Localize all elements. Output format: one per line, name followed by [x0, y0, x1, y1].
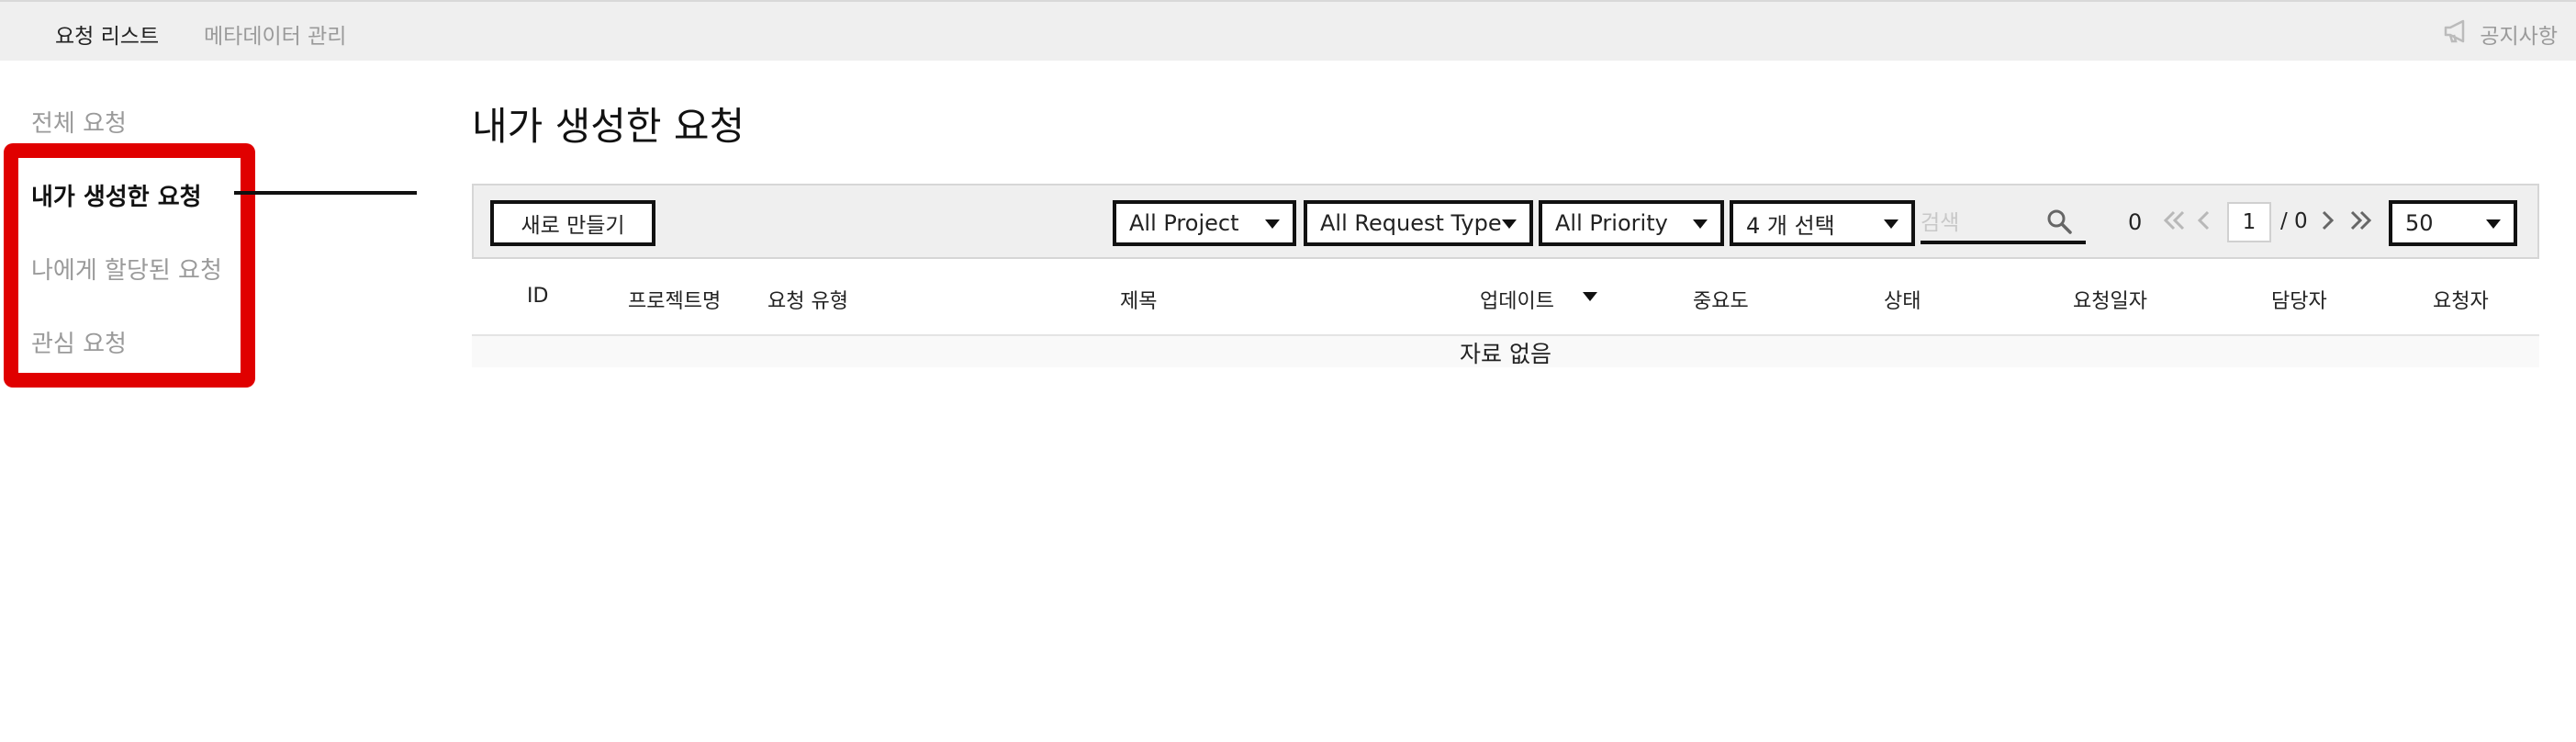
- empty-table-row: 자료 없음: [472, 336, 2539, 367]
- notice-label: 공지사항: [2480, 25, 2558, 49]
- project-select[interactable]: All Project: [1113, 200, 1296, 246]
- page-total: / 0: [2280, 209, 2308, 233]
- sidebar-item-all-requests[interactable]: 전체 요청: [31, 105, 127, 139]
- status-select[interactable]: 4 개 선택: [1730, 200, 1915, 246]
- chevron-down-icon: [1265, 219, 1280, 229]
- chevron-down-icon: [2486, 219, 2501, 229]
- column-header-project[interactable]: 프로젝트명: [628, 285, 721, 314]
- last-page-icon[interactable]: [2348, 204, 2374, 237]
- new-request-button[interactable]: 새로 만들기: [490, 200, 655, 246]
- highlight-annotation-box: [4, 143, 255, 388]
- search-icon[interactable]: [2045, 208, 2073, 235]
- table-header: ID 프로젝트명 요청 유형 제목 업데이트 중요도 상태 요청일자 담당자 요…: [472, 259, 2539, 336]
- page-number-input[interactable]: 1: [2227, 202, 2271, 242]
- top-nav-bar: 요청 리스트 메타데이터 관리 공지사항: [0, 0, 2576, 61]
- column-header-request-type[interactable]: 요청 유형: [767, 285, 848, 314]
- notice-link[interactable]: 공지사항: [2443, 18, 2558, 50]
- first-page-icon[interactable]: [2161, 204, 2187, 237]
- project-select-value: All Project: [1129, 210, 1239, 236]
- column-header-updated[interactable]: 업데이트: [1480, 285, 1554, 314]
- empty-message: 자료 없음: [1460, 341, 1551, 367]
- column-header-status[interactable]: 상태: [1884, 285, 1921, 314]
- status-select-value: 4 개 선택: [1746, 212, 1835, 239]
- megaphone-icon: [2443, 18, 2470, 50]
- tab-request-list[interactable]: 요청 리스트: [55, 18, 159, 50]
- search-box: [1921, 202, 2086, 244]
- sort-desc-icon[interactable]: [1583, 292, 1597, 301]
- request-type-select[interactable]: All Request Type: [1304, 200, 1533, 246]
- column-header-priority[interactable]: 중요도: [1693, 285, 1749, 314]
- column-header-id[interactable]: ID: [527, 285, 548, 308]
- column-header-title[interactable]: 제목: [1120, 285, 1157, 314]
- request-type-select-value: All Request Type: [1320, 210, 1502, 236]
- next-page-icon[interactable]: [2321, 204, 2335, 237]
- search-input[interactable]: [1921, 208, 2049, 239]
- priority-select-value: All Priority: [1555, 210, 1668, 236]
- prev-page-icon[interactable]: [2196, 204, 2211, 237]
- result-count: 0: [2128, 209, 2143, 235]
- column-header-request-date[interactable]: 요청일자: [2073, 285, 2147, 314]
- page-size-select[interactable]: 50: [2389, 200, 2517, 246]
- page-title: 내가 생성한 요청: [472, 104, 745, 149]
- column-header-assignee[interactable]: 담당자: [2271, 285, 2327, 314]
- chevron-down-icon: [1884, 219, 1898, 229]
- toolbar: 새로 만들기 All Project All Request Type All …: [472, 184, 2539, 259]
- column-header-requester[interactable]: 요청자: [2433, 285, 2489, 314]
- page-size-select-value: 50: [2405, 210, 2434, 236]
- chevron-down-icon: [1693, 219, 1708, 229]
- tab-metadata-management[interactable]: 메타데이터 관리: [204, 18, 346, 50]
- chevron-down-icon: [1502, 219, 1517, 229]
- sidebar-divider-line: [241, 191, 417, 195]
- priority-select[interactable]: All Priority: [1539, 200, 1724, 246]
